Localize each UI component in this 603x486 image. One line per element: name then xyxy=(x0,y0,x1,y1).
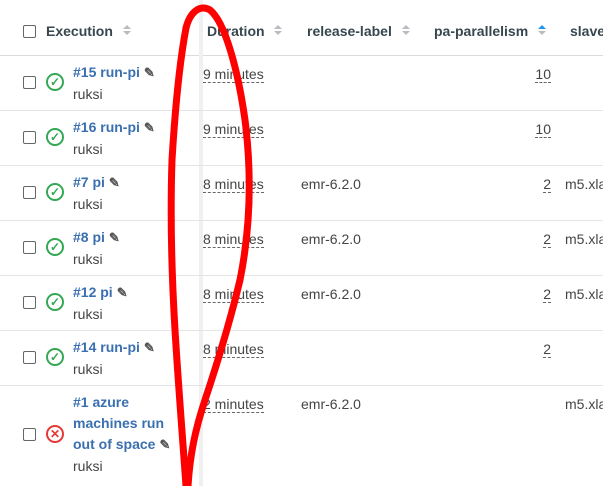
sort-icon xyxy=(122,25,131,36)
execution-title: #15 run-pi xyxy=(73,64,140,80)
row-checkbox[interactable] xyxy=(23,186,36,199)
pencil-icon[interactable]: ✎ xyxy=(144,62,155,83)
duration-value: 8 minutes xyxy=(203,176,264,193)
table-row: ✓ #12 pi ✎ ruksi 8 minutes emr-6.2.0 2 m5… xyxy=(0,276,603,331)
row-checkbox[interactable] xyxy=(23,296,36,309)
slave-value: m5.xla xyxy=(565,396,603,412)
parallelism-value: 10 xyxy=(535,121,551,138)
header-execution-label: Execution xyxy=(46,23,113,39)
table-row: ✓ #16 run-pi ✎ ruksi 9 minutes 10 xyxy=(0,111,603,166)
select-all-checkbox[interactable] xyxy=(23,25,36,38)
parallelism-value: 10 xyxy=(535,66,551,83)
parallelism-value: 2 xyxy=(543,176,551,193)
header-release-label[interactable]: release-label xyxy=(307,0,410,55)
execution-link[interactable]: #12 pi ✎ xyxy=(73,282,128,303)
check-circle-icon: ✓ xyxy=(46,183,64,201)
execution-title-line: machines run xyxy=(73,415,165,431)
release-label-value: emr-6.2.0 xyxy=(301,176,361,192)
user-name: ruksi xyxy=(73,141,103,157)
duration-value: 8 minutes xyxy=(203,341,264,358)
sort-icon xyxy=(401,25,410,36)
user-name: ruksi xyxy=(73,86,103,102)
table-row: ✕ #1 azure machines run out of space ✎ ru… xyxy=(0,386,603,485)
duration-value: 2 minutes xyxy=(203,396,264,413)
slave-value: m5.xla xyxy=(565,286,603,302)
check-circle-icon: ✓ xyxy=(46,293,64,311)
table-header: Execution Duration release-label pa-para… xyxy=(0,0,603,56)
pencil-icon[interactable]: ✎ xyxy=(117,282,128,303)
execution-link[interactable]: #14 run-pi ✎ xyxy=(73,337,155,358)
x-circle-icon: ✕ xyxy=(46,425,64,443)
pencil-icon[interactable]: ✎ xyxy=(109,172,120,193)
row-checkbox[interactable] xyxy=(23,131,36,144)
check-circle-icon: ✓ xyxy=(46,73,64,91)
header-execution[interactable]: Execution xyxy=(46,0,131,55)
table-row: ✓ #15 run-pi ✎ ruksi 9 minutes 10 xyxy=(0,56,603,111)
header-pa-parallelism[interactable]: pa-parallelism xyxy=(434,0,547,55)
release-label-value: emr-6.2.0 xyxy=(301,231,361,247)
release-label-value: emr-6.2.0 xyxy=(301,396,361,412)
executions-table: Execution Duration release-label pa-para… xyxy=(0,0,603,486)
check-circle-icon: ✓ xyxy=(46,128,64,146)
execution-link[interactable]: #15 run-pi ✎ xyxy=(73,62,155,83)
check-circle-icon: ✓ xyxy=(46,238,64,256)
table-row: ✓ #7 pi ✎ ruksi 8 minutes emr-6.2.0 2 m5.… xyxy=(0,166,603,221)
header-slave[interactable]: slave xyxy=(570,0,603,55)
header-slave-label: slave xyxy=(570,23,603,39)
parallelism-value: 2 xyxy=(543,286,551,303)
header-duration[interactable]: Duration xyxy=(207,0,283,55)
duration-value: 8 minutes xyxy=(203,231,264,248)
pencil-icon[interactable]: ✎ xyxy=(159,434,170,455)
user-name: ruksi xyxy=(73,458,103,474)
execution-link[interactable]: #16 run-pi ✎ xyxy=(73,117,155,138)
execution-title: #8 pi xyxy=(73,229,105,245)
execution-link[interactable]: #1 azure machines run out of space ✎ xyxy=(73,392,170,455)
execution-title-line: #1 azure xyxy=(73,394,130,410)
execution-title: #14 run-pi xyxy=(73,339,140,355)
execution-link[interactable]: #7 pi ✎ xyxy=(73,172,120,193)
slave-value: m5.xla xyxy=(565,176,603,192)
execution-title: #16 run-pi xyxy=(73,119,140,135)
parallelism-value: 2 xyxy=(543,231,551,248)
row-checkbox[interactable] xyxy=(23,241,36,254)
user-name: ruksi xyxy=(73,306,103,322)
duration-value: 9 minutes xyxy=(203,66,264,83)
pencil-icon[interactable]: ✎ xyxy=(109,227,120,248)
user-name: ruksi xyxy=(73,361,103,377)
sort-icon xyxy=(274,25,283,36)
row-checkbox[interactable] xyxy=(23,351,36,364)
header-release-label-text: release-label xyxy=(307,23,392,39)
user-name: ruksi xyxy=(73,251,103,267)
user-name: ruksi xyxy=(73,196,103,212)
pencil-icon[interactable]: ✎ xyxy=(144,337,155,358)
sort-active-icon xyxy=(538,25,547,36)
pencil-icon[interactable]: ✎ xyxy=(144,117,155,138)
row-checkbox[interactable] xyxy=(23,428,36,441)
execution-title: #7 pi xyxy=(73,174,105,190)
duration-value: 8 minutes xyxy=(203,286,264,303)
header-duration-label: Duration xyxy=(207,23,265,39)
header-pa-parallelism-label: pa-parallelism xyxy=(434,23,529,39)
row-checkbox[interactable] xyxy=(23,76,36,89)
execution-link[interactable]: #8 pi ✎ xyxy=(73,227,120,248)
table-row: ✓ #14 run-pi ✎ ruksi 8 minutes 2 xyxy=(0,331,603,386)
parallelism-value: 2 xyxy=(543,341,551,358)
slave-value: m5.xla xyxy=(565,231,603,247)
execution-title: #12 pi xyxy=(73,284,113,300)
release-label-value: emr-6.2.0 xyxy=(301,286,361,302)
duration-value: 9 minutes xyxy=(203,121,264,138)
table-row: ✓ #8 pi ✎ ruksi 8 minutes emr-6.2.0 2 m5.… xyxy=(0,221,603,276)
execution-title-line: out of space xyxy=(73,436,156,452)
check-circle-icon: ✓ xyxy=(46,348,64,366)
